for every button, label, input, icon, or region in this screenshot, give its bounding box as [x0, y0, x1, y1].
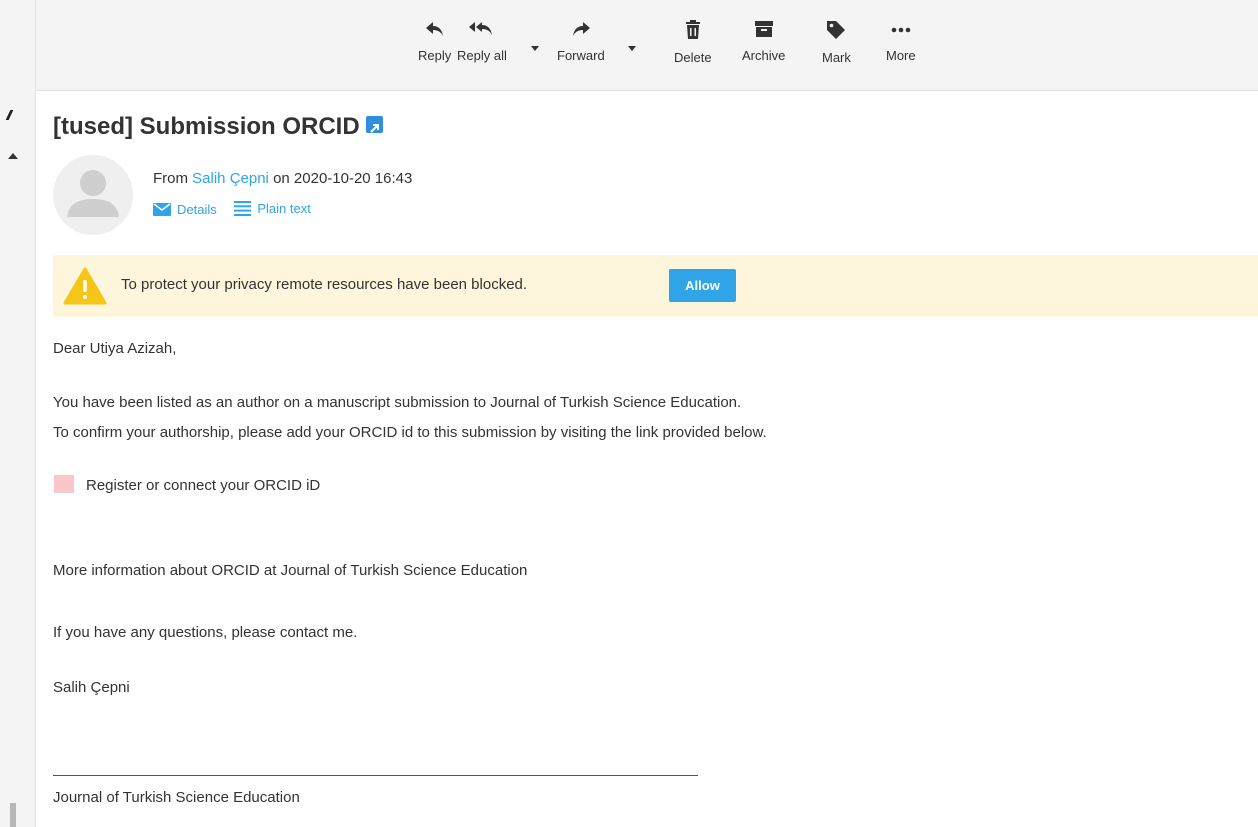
subject-text: [tused] Submission ORCID — [53, 113, 360, 140]
message-date: on 2020-10-20 16:43 — [273, 170, 413, 187]
remote-resources-notice: To protect your privacy remote resources… — [53, 255, 1258, 317]
envelope-icon — [153, 203, 171, 216]
warning-icon — [63, 267, 107, 305]
orcid-image-placeholder — [54, 475, 74, 493]
from-line: From Salih Çepni on 2020-10-20 16:43 — [153, 170, 412, 187]
signature-text: Salih Çepni — [53, 679, 130, 696]
signature-divider — [53, 775, 698, 776]
reply-button[interactable]: Reply — [418, 20, 451, 63]
archive-icon — [754, 21, 773, 37]
orcid-info-link[interactable]: More information about ORCID at Journal … — [53, 562, 527, 579]
sender-link[interactable]: Salih Çepni — [192, 170, 269, 187]
details-link[interactable]: Details — [153, 202, 217, 217]
user-silhouette-icon — [67, 170, 119, 217]
forward-button[interactable]: Forward — [557, 20, 605, 63]
tag-icon — [827, 21, 846, 39]
reply-all-dropdown-caret[interactable] — [531, 46, 539, 51]
greeting-text: Dear Utiya Azizah, — [53, 340, 177, 357]
reply-all-label: Reply all — [457, 48, 507, 63]
message-toolbar: Reply Reply all Forward Delete Archive M… — [36, 0, 1258, 91]
mark-label: Mark — [822, 50, 851, 65]
delete-button[interactable]: Delete — [674, 20, 712, 65]
more-icon — [891, 27, 911, 33]
forward-label: Forward — [557, 48, 605, 63]
register-orcid-link[interactable]: Register or connect your ORCID iD — [86, 477, 320, 494]
lines-icon — [234, 201, 252, 216]
reply-all-icon — [468, 22, 492, 35]
open-in-new-window-icon[interactable] — [365, 116, 383, 134]
trash-icon — [685, 20, 700, 39]
left-panel-gutter — [0, 0, 36, 827]
archive-label: Archive — [742, 48, 786, 63]
forward-icon — [572, 22, 590, 36]
reply-icon — [425, 22, 443, 36]
plain-text-label: Plain text — [257, 201, 311, 216]
notice-text: To protect your privacy remote resources… — [121, 276, 528, 293]
allow-button[interactable]: Allow — [669, 269, 736, 302]
body-paragraph-line-1: You have been listed as an author on a m… — [53, 394, 742, 411]
questions-text: If you have any questions, please contac… — [53, 624, 358, 641]
scrollbar-thumb[interactable] — [10, 803, 16, 827]
journal-link[interactable]: Journal of Turkish Science Education — [53, 789, 300, 806]
forward-dropdown-caret[interactable] — [628, 46, 636, 51]
from-label: From — [153, 170, 188, 187]
delete-label: Delete — [674, 50, 712, 65]
archive-button[interactable]: Archive — [742, 20, 785, 63]
reply-all-button[interactable]: Reply all — [457, 20, 507, 63]
reply-label: Reply — [418, 48, 452, 63]
avatar — [53, 155, 133, 235]
body-paragraph-line-2: To confirm your authorship, please add y… — [53, 424, 767, 441]
plain-text-link[interactable]: Plain text — [234, 201, 311, 216]
details-label: Details — [177, 202, 217, 217]
edit-icon[interactable] — [5, 110, 14, 120]
message-subject: [tused] Submission ORCID — [53, 113, 383, 141]
header-links: Details Plain text — [153, 201, 325, 219]
more-label: More — [886, 48, 916, 63]
mark-button[interactable]: Mark — [822, 20, 851, 65]
scroll-up-arrow[interactable] — [8, 153, 18, 159]
more-button[interactable]: More — [886, 20, 916, 63]
